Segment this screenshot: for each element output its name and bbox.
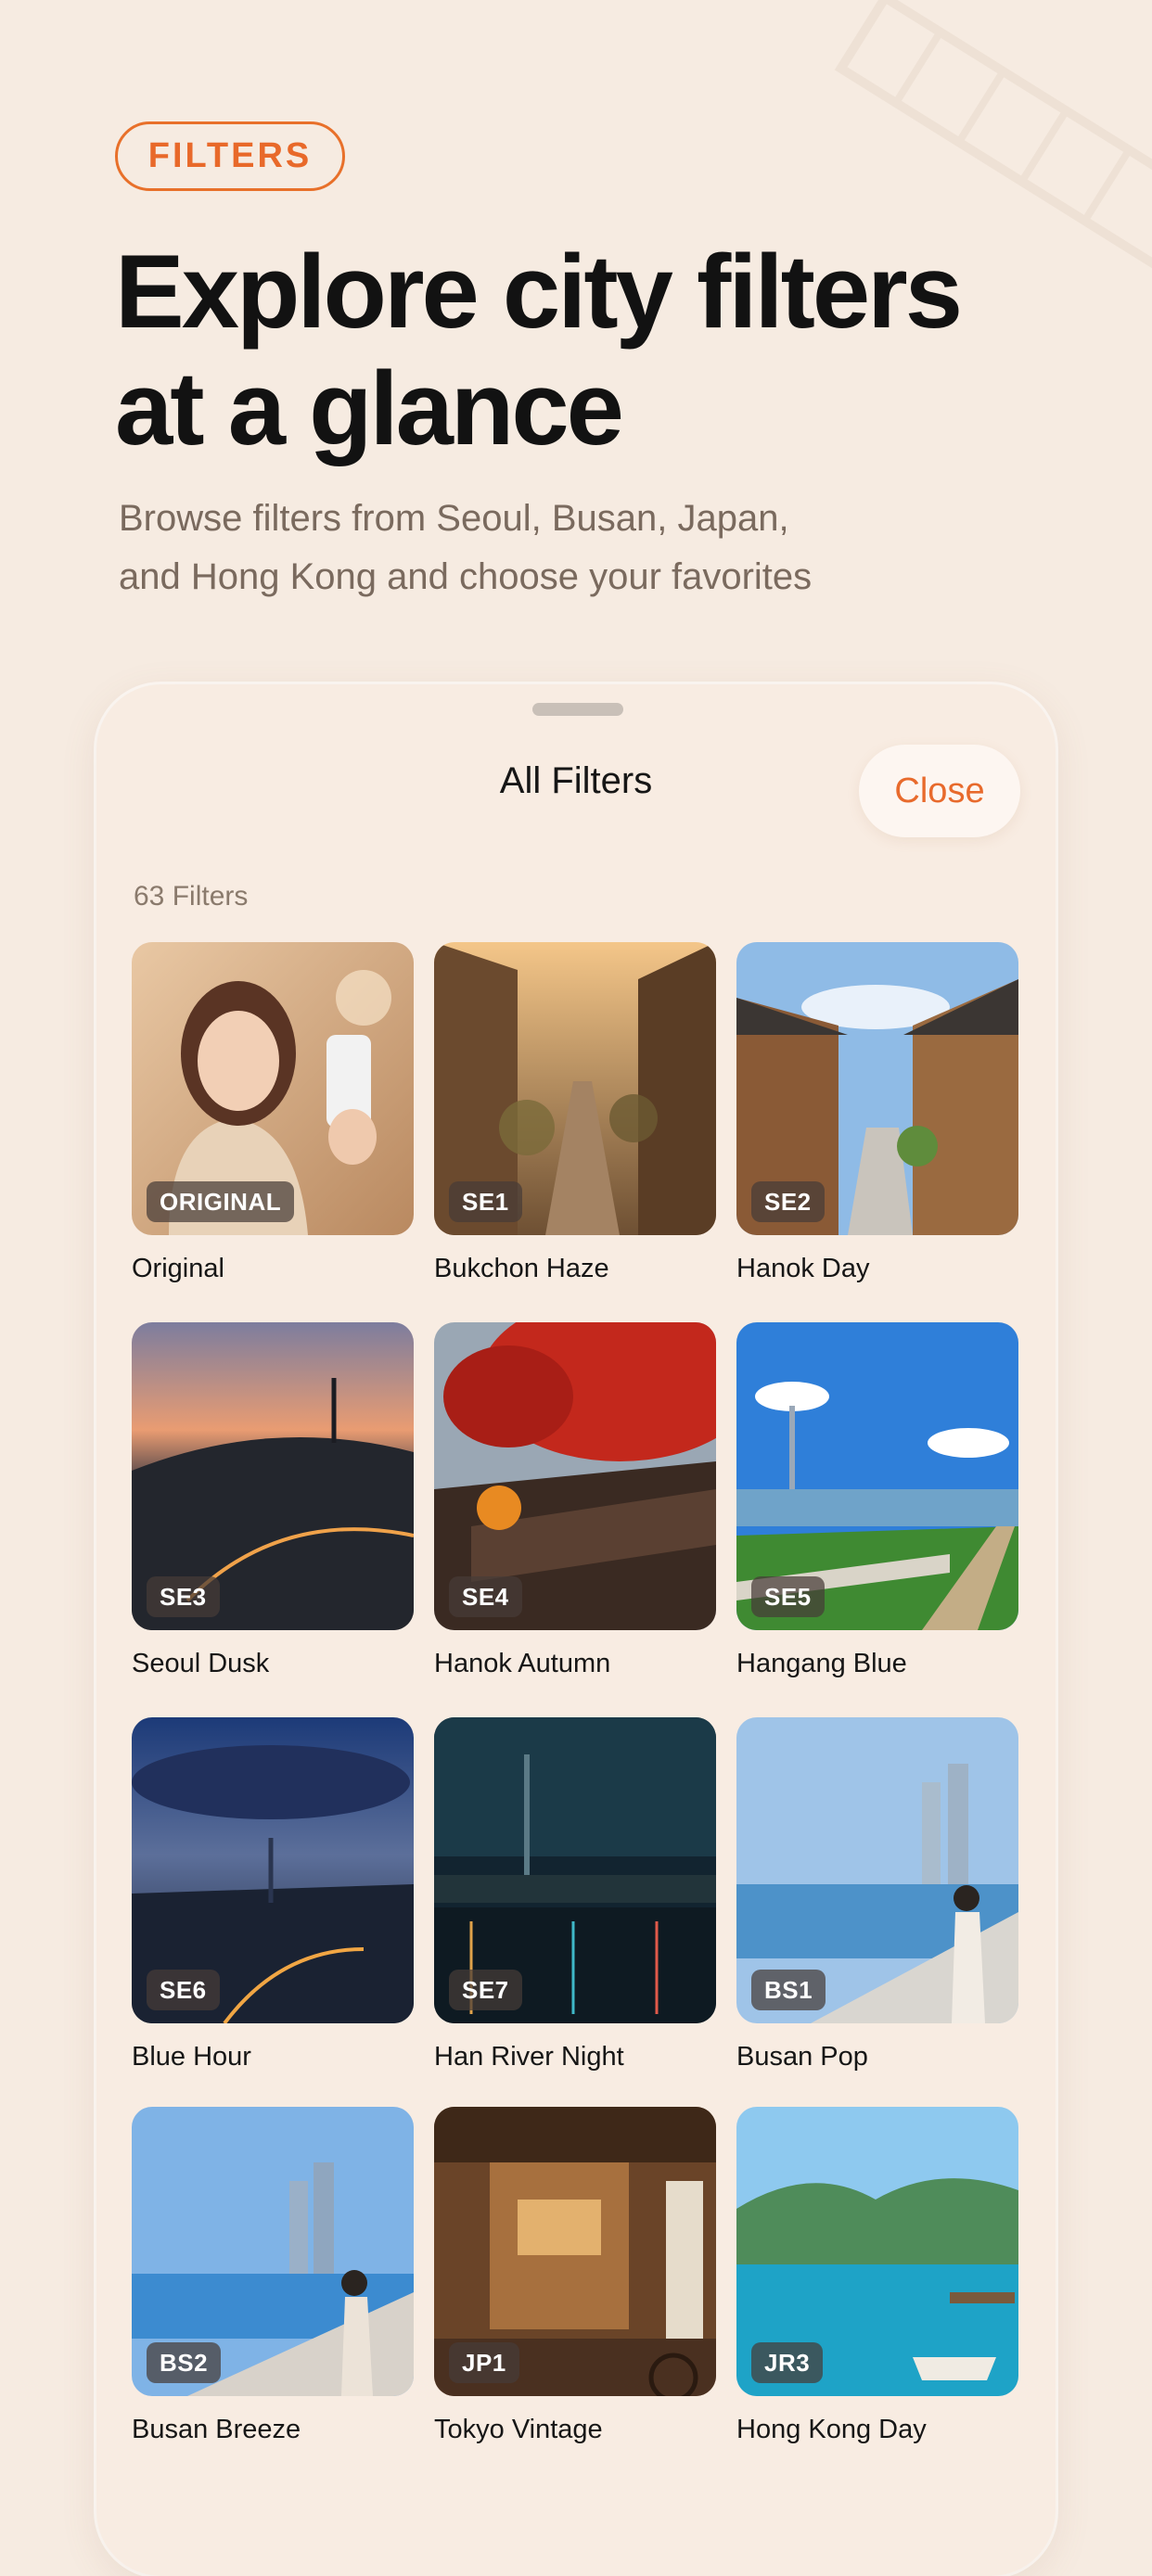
filter-code-badge: SE7 [449,1970,522,2010]
filter-card-original[interactable]: ORIGINAL Original [132,942,414,1284]
filter-name: Blue Hour [132,2042,251,2072]
filter-code-badge: SE6 [147,1970,220,2010]
filters-pill-label: FILTERS [147,136,313,175]
filter-card-jp1[interactable]: JP1 Tokyo Vintage [434,2107,716,2445]
filter-thumbnail-jp1: JP1 [434,2107,716,2396]
sheet-grabber-handle[interactable] [532,703,623,716]
filter-thumbnail-se1: SE1 [434,942,716,1235]
filter-card-se4[interactable]: SE4 Hanok Autumn [434,1322,716,1679]
filter-code-badge: SE5 [751,1576,825,1617]
page-subtitle: Browse filters from Seoul, Busan, Japan,… [119,490,916,606]
filter-thumbnail-bs2: BS2 [132,2107,414,2396]
filter-card-se5[interactable]: SE5 Hangang Blue [736,1322,1018,1679]
filter-code-badge: ORIGINAL [147,1181,295,1222]
close-button[interactable]: Close [859,745,1020,837]
filter-name: Original [132,1254,224,1283]
filter-thumbnail-se7: SE7 [434,1717,716,2023]
filter-thumbnail-original: ORIGINAL [132,942,414,1235]
subtitle-line-1: Browse filters from Seoul, Busan, Japan, [119,498,789,539]
headline-line-1: Explore city filters [115,234,963,350]
filter-card-se3[interactable]: SE3 Seoul Dusk [132,1322,414,1679]
filter-count: 63 Filters [134,881,249,912]
subtitle-line-2: and Hong Kong and choose your favorites [119,556,813,597]
filter-name: Hanok Autumn [434,1649,611,1678]
filter-name: Hong Kong Day [736,2415,927,2444]
filter-thumbnail-jr3: JR3 [736,2107,1018,2396]
filter-card-jr3[interactable]: JR3 Hong Kong Day [736,2107,1018,2445]
filter-card-bs2[interactable]: BS2 Busan Breeze [132,2107,414,2445]
filter-code-badge: SE3 [147,1576,220,1617]
filter-thumbnail-se4: SE4 [434,1322,716,1630]
close-button-label: Close [894,771,985,810]
filter-code-badge: JR3 [751,2342,824,2383]
filter-card-se1[interactable]: SE1 Bukchon Haze [434,942,716,1284]
filter-thumbnail-se3: SE3 [132,1322,414,1630]
filter-code-badge: JP1 [449,2342,519,2383]
filter-card-se6[interactable]: SE6 Blue Hour [132,1717,414,2072]
page-headline: Explore city filters at a glance [115,234,1089,467]
filter-card-se2[interactable]: SE2 Hanok Day [736,942,1018,1284]
filter-name: Bukchon Haze [434,1254,609,1283]
filter-code-badge: SE4 [449,1576,522,1617]
filter-name: Han River Night [434,2042,624,2072]
filter-thumbnail-bs1: BS1 [736,1717,1018,2023]
filter-name: Tokyo Vintage [434,2415,603,2444]
filters-category-pill: FILTERS [115,121,345,191]
filter-code-badge: BS1 [751,1970,826,2010]
filter-thumbnail-se6: SE6 [132,1717,414,2023]
filter-code-badge: SE2 [751,1181,825,1222]
filter-name: Seoul Dusk [132,1649,270,1678]
headline-line-2: at a glance [115,351,624,466]
filter-name: Hangang Blue [736,1649,907,1678]
filter-card-se7[interactable]: SE7 Han River Night [434,1717,716,2072]
filter-card-bs1[interactable]: BS1 Busan Pop [736,1717,1018,2072]
filter-name: Hanok Day [736,1254,870,1283]
filter-thumbnail-se5: SE5 [736,1322,1018,1630]
all-filters-sheet: All Filters Close 63 Filters ORIGINAL Or… [96,684,1056,2576]
filter-code-badge: BS2 [147,2342,222,2383]
filter-name: Busan Breeze [132,2415,301,2444]
filter-thumbnail-se2: SE2 [736,942,1018,1235]
filter-code-badge: SE1 [449,1181,522,1222]
filter-name: Busan Pop [736,2042,868,2072]
